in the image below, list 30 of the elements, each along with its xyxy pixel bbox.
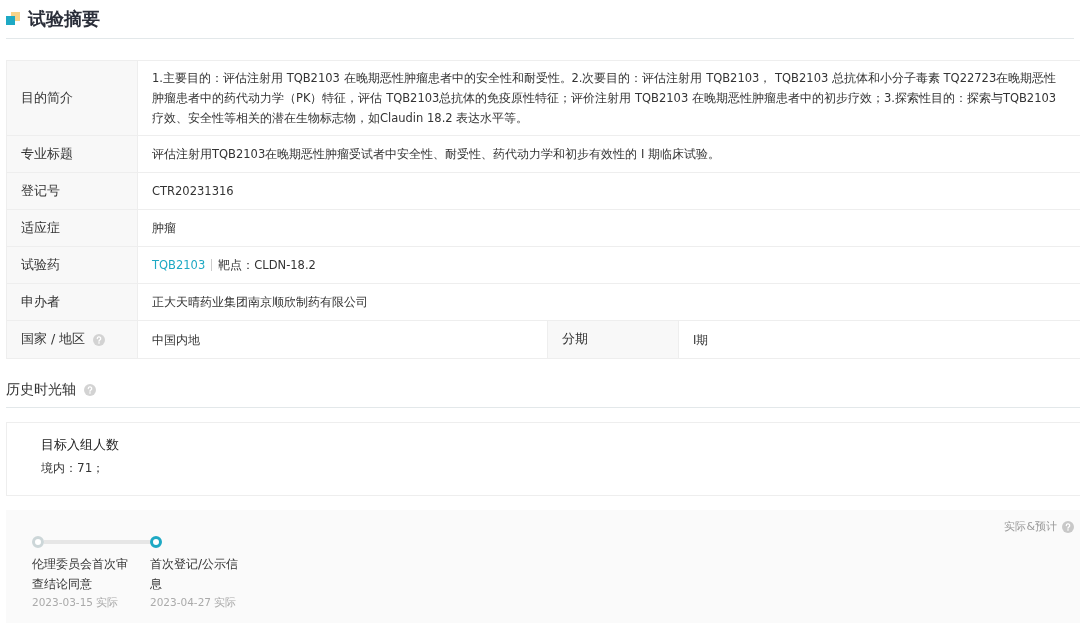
field-value: 评估注射用TQB2103在晚期恶性肿瘤受试者中安全性、耐受性、药代动力学和初步有效性的 I 期临床试验。 [152, 146, 720, 163]
field-value: I期 [693, 331, 709, 349]
help-icon[interactable] [93, 333, 106, 346]
section-title: 试验摘要 [28, 7, 100, 31]
field-label: 试验药 [7, 247, 138, 283]
field-label: 申办者 [7, 284, 138, 320]
milestone-date: 2023-03-15 实际 [32, 596, 120, 610]
field-label: 国家 / 地区 [21, 331, 86, 348]
legend-text: 实际&预计 [1004, 519, 1057, 534]
field-value: CTR20231316 [152, 183, 234, 200]
field-label: 分期 [548, 321, 679, 358]
field-label: 适应症 [7, 210, 138, 246]
enrollment-title: 目标入组人数 [41, 437, 120, 454]
enrollment-value: 境内：71； [41, 460, 106, 477]
section-marker-icon [6, 12, 20, 26]
field-label: 专业标题 [7, 136, 138, 172]
milestone-date: 2023-04-27 实际 [150, 596, 238, 610]
milestone-title: 首次登记/公示信息 [150, 556, 240, 593]
drug-link[interactable]: TQB2103 [152, 255, 206, 275]
section-title: 历史时光轴 [6, 381, 76, 399]
field-value: 靶点：CLDN-18.2 [218, 257, 316, 274]
field-label: 目的简介 [7, 61, 138, 135]
field-label: 登记号 [7, 173, 138, 209]
field-value: 肿瘤 [152, 220, 176, 237]
help-icon[interactable] [84, 384, 96, 396]
field-value: 中国内地 [152, 331, 200, 349]
field-value: 1.主要目的：评估注射用 TQB2103 在晚期恶性肿瘤患者中的安全性和耐受性。2.次要目的：评估注射用 TQB2103， TQB2103 总抗体和小分子毒素 TQ22723在晚期恶性肿瘤患者中的药代动力学（PK）特征，评估 TQB2103总抗体的免疫原性特征；评价注射用 TQB2103 在晚期恶性肿瘤患者中的初步疗效；3.探索性目的：探索与TQB2103 疗效、安全性等相关的潜在生物标志物，如Claudin 18.2 表达水平等。 [152, 70, 1058, 127]
help-icon[interactable] [1062, 520, 1074, 533]
milestone-title: 伦理委员会首次审查结论同意 [32, 556, 129, 593]
field-value: 正大天晴药业集团南京顺欣制药有限公司 [152, 294, 368, 311]
